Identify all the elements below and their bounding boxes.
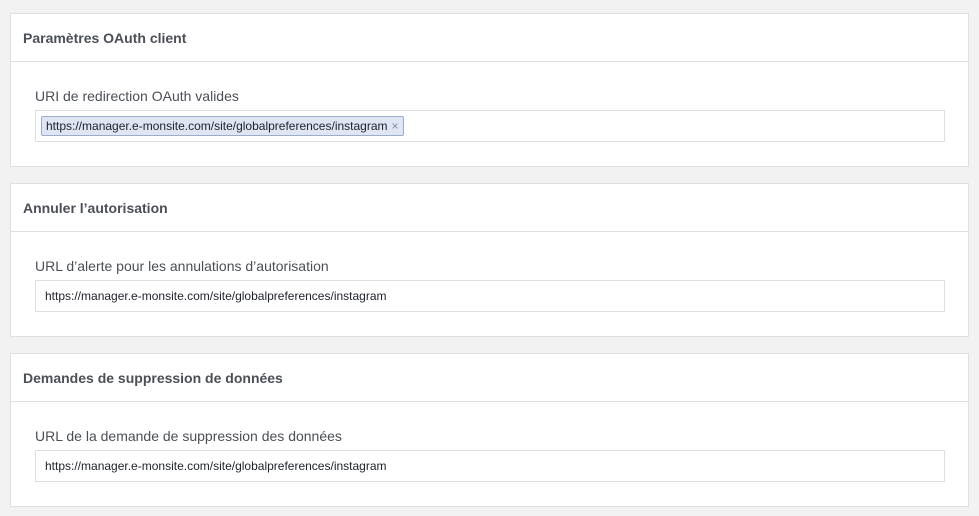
oauth-client-panel-title: Paramètres OAuth client (11, 14, 968, 62)
redirect-uri-token[interactable]: https://manager.e-monsite.com/site/globa… (41, 116, 404, 136)
redirect-uri-token-container: https://manager.e-monsite.com/site/globa… (36, 110, 944, 142)
data-deletion-url-input[interactable] (36, 451, 944, 481)
deauthorize-panel-body: URL d’alerte pour les annulations d’auto… (11, 232, 968, 336)
oauth-client-panel-body: URI de redirection OAuth valides https:/… (11, 62, 968, 166)
data-deletion-url-box (35, 450, 945, 482)
redirect-uri-label: URI de redirection OAuth valides (35, 88, 239, 104)
deauthorize-url-box (35, 280, 945, 312)
data-deletion-url-label: URL de la demande de suppression des don… (35, 428, 342, 444)
oauth-client-panel: Paramètres OAuth client URI de redirecti… (10, 13, 969, 167)
redirect-uri-token-field[interactable]: https://manager.e-monsite.com/site/globa… (35, 110, 945, 142)
redirect-uri-input[interactable] (403, 110, 944, 142)
data-deletion-panel-title: Demandes de suppression de données (11, 354, 968, 402)
deauthorize-panel-title: Annuler l’autorisation (11, 184, 968, 232)
data-deletion-panel-body: URL de la demande de suppression des don… (11, 402, 968, 506)
deauthorize-url-label: URL d’alerte pour les annulations d’auto… (35, 258, 329, 274)
deauthorize-url-input[interactable] (36, 281, 944, 311)
deauthorize-panel: Annuler l’autorisation URL d’alerte pour… (10, 183, 969, 337)
redirect-uri-token-text: https://manager.e-monsite.com/site/globa… (46, 119, 388, 133)
close-icon[interactable]: × (392, 120, 399, 132)
data-deletion-panel: Demandes de suppression de données URL d… (10, 353, 969, 507)
